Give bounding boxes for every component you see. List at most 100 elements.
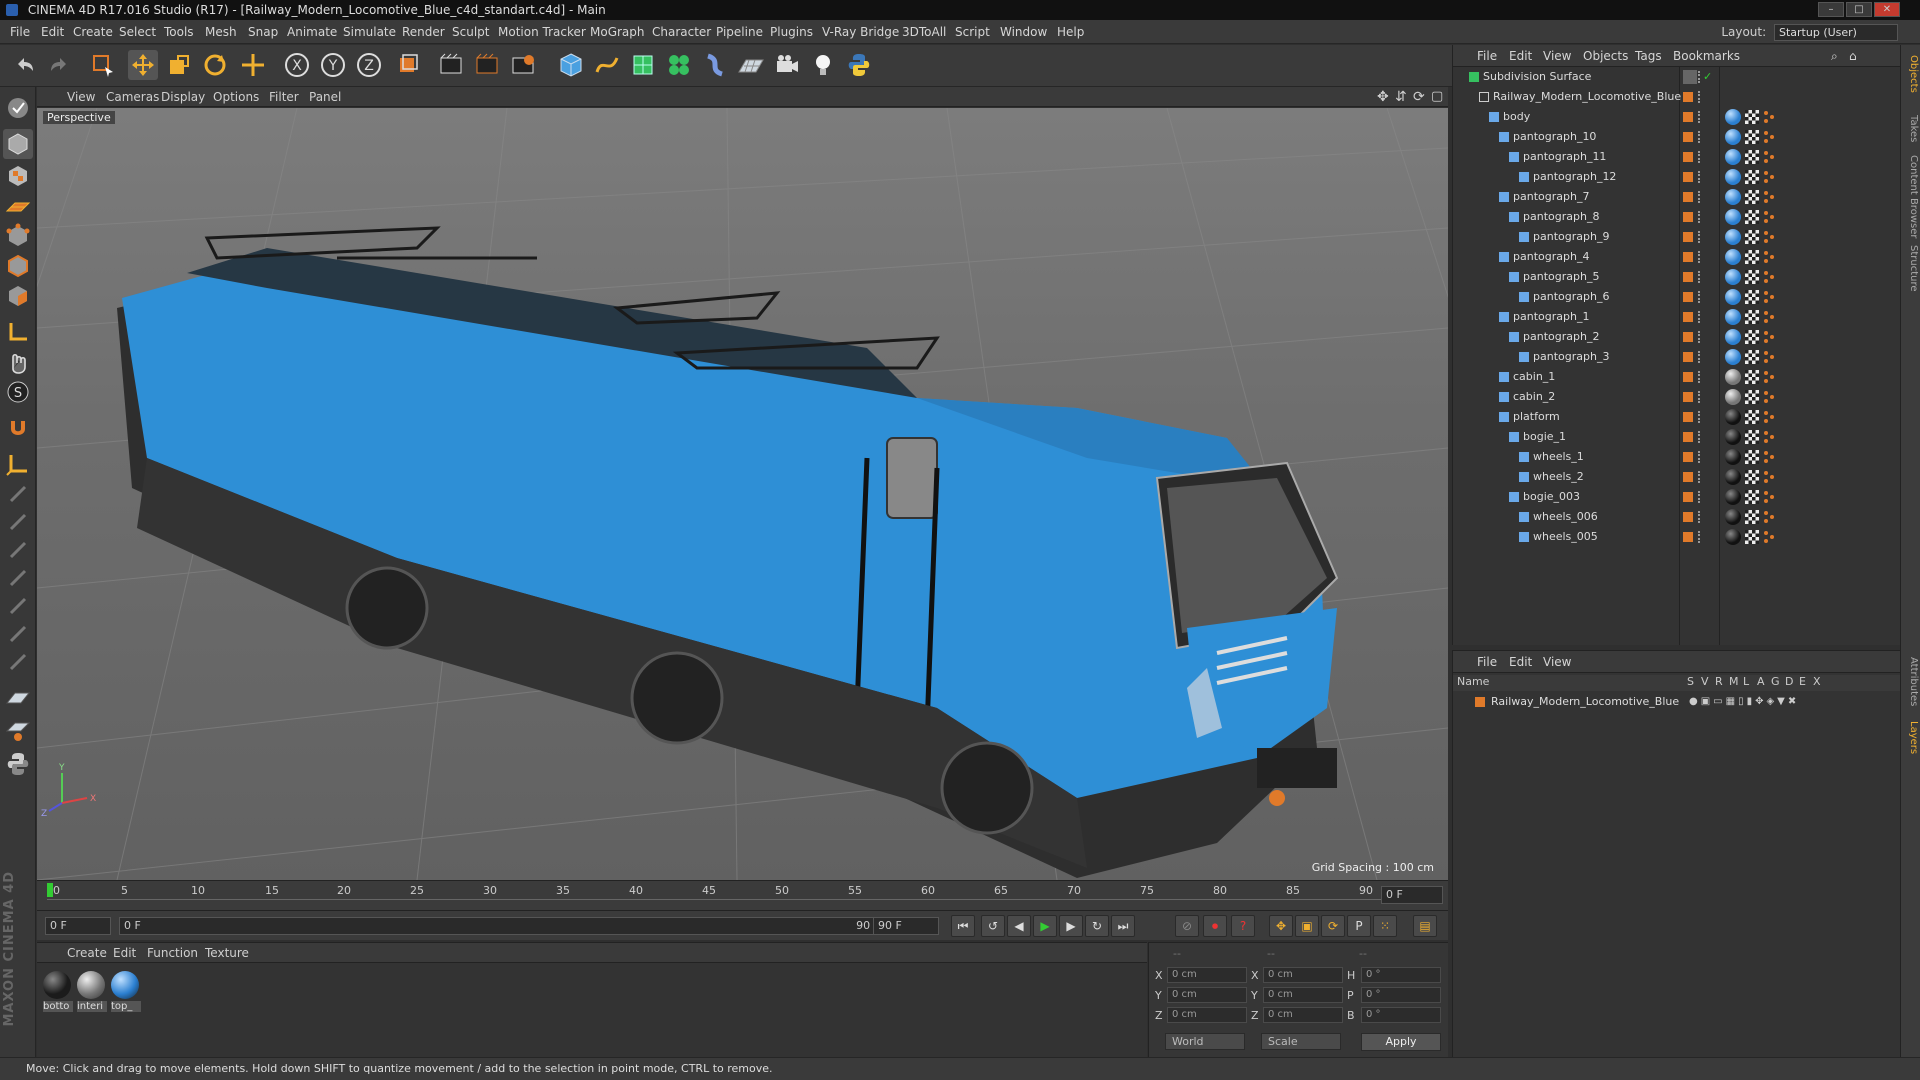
- layer-color-icon[interactable]: [1683, 432, 1693, 442]
- uvw-tag-icon[interactable]: [1745, 210, 1759, 224]
- menu-animate[interactable]: Animate: [287, 20, 337, 44]
- visibility-dots-icon[interactable]: [1698, 171, 1702, 183]
- material-tag-icon[interactable]: [1725, 429, 1741, 445]
- uvw-tag-icon[interactable]: [1745, 410, 1759, 424]
- live-selection-icon[interactable]: [88, 50, 118, 80]
- preview-range-slider[interactable]: 0 F 90 F: [119, 917, 899, 935]
- max-frame-field[interactable]: 90 F: [873, 917, 939, 935]
- uvw-tag-icon[interactable]: [1745, 270, 1759, 284]
- material-tag-icon[interactable]: [1725, 489, 1741, 505]
- uvw-tag-icon[interactable]: [1745, 510, 1759, 524]
- layer-color-icon[interactable]: [1683, 132, 1693, 142]
- uvw-tag-icon[interactable]: [1745, 310, 1759, 324]
- selection-tag-icon[interactable]: [1763, 470, 1775, 484]
- visibility-dots-icon[interactable]: [1698, 191, 1702, 203]
- menu-3dtoall[interactable]: 3DToAll: [902, 20, 946, 44]
- record-rotation-button[interactable]: ⟳: [1321, 915, 1345, 937]
- render-settings-icon[interactable]: [508, 50, 538, 80]
- render-view-icon[interactable]: [436, 50, 466, 80]
- minimize-button[interactable]: –: [1818, 2, 1844, 17]
- position-x-field[interactable]: 0 cm: [1167, 967, 1247, 983]
- menu-script[interactable]: Script: [955, 20, 990, 44]
- layer-color-icon[interactable]: [1683, 172, 1693, 182]
- tab-layers[interactable]: Layers: [1903, 721, 1919, 754]
- visibility-dots-icon[interactable]: [1698, 331, 1702, 343]
- material-tag-icon[interactable]: [1725, 169, 1741, 185]
- viewport-menu-panel[interactable]: Panel: [309, 87, 341, 107]
- layer-color-icon[interactable]: [1683, 292, 1693, 302]
- object-row[interactable]: wheels_1: [1453, 447, 1901, 467]
- layer-toggles-icons[interactable]: ●▣▭▦▯▮✥◈▼✖: [1689, 696, 1799, 707]
- uvw-tag-icon[interactable]: [1745, 530, 1759, 544]
- uvw-tag-icon[interactable]: [1745, 110, 1759, 124]
- position-y-field[interactable]: 0 cm: [1167, 987, 1247, 1003]
- model-mode-icon[interactable]: [3, 129, 33, 159]
- objects-home-icon[interactable]: ⌂: [1849, 45, 1857, 67]
- previous-frame-button[interactable]: ◀: [1007, 915, 1031, 937]
- visibility-dots-icon[interactable]: [1698, 431, 1702, 443]
- uvw-tag-icon[interactable]: [1745, 150, 1759, 164]
- z-axis-lock-icon[interactable]: Z: [354, 50, 384, 80]
- layer-color-icon[interactable]: [1683, 512, 1693, 522]
- uvw-tag-icon[interactable]: [1745, 170, 1759, 184]
- object-row[interactable]: cabin_1: [1453, 367, 1901, 387]
- layer-color-icon[interactable]: [1683, 92, 1693, 102]
- rotation-b-field[interactable]: 0 °: [1361, 1007, 1441, 1023]
- polygons-mode-icon[interactable]: [3, 281, 33, 311]
- layer-color-icon[interactable]: [1683, 312, 1693, 322]
- layer-color-icon[interactable]: [1683, 492, 1693, 502]
- layer-color-icon[interactable]: [1683, 192, 1693, 202]
- selection-tag-icon[interactable]: [1763, 290, 1775, 304]
- layer-color-icon[interactable]: [1683, 392, 1693, 402]
- x-axis-lock-icon[interactable]: X: [282, 50, 312, 80]
- object-row[interactable]: pantograph_10: [1453, 127, 1901, 147]
- uvw-tag-icon[interactable]: [1745, 390, 1759, 404]
- record-active-objects-button[interactable]: ⊘: [1175, 915, 1199, 937]
- material-tag-icon[interactable]: [1725, 129, 1741, 145]
- material-menu-texture[interactable]: Texture: [205, 943, 249, 963]
- python-script-icon[interactable]: [3, 749, 33, 779]
- selection-tag-icon[interactable]: [1763, 190, 1775, 204]
- layer-color-icon[interactable]: [1683, 412, 1693, 422]
- visibility-dots-icon[interactable]: [1698, 491, 1702, 503]
- size-y-field[interactable]: 0 cm: [1263, 987, 1343, 1003]
- timeline-window-button[interactable]: ▤: [1413, 915, 1437, 937]
- visibility-dots-icon[interactable]: [1698, 391, 1702, 403]
- record-scale-button[interactable]: ▣: [1295, 915, 1319, 937]
- deformer-icon[interactable]: [700, 50, 730, 80]
- enabled-check-icon[interactable]: ✓: [1703, 67, 1712, 87]
- workplane-axis-icon[interactable]: [3, 449, 33, 479]
- next-key-button[interactable]: ↻: [1085, 915, 1109, 937]
- uvw-tag-icon[interactable]: [1745, 230, 1759, 244]
- uvw-tag-icon[interactable]: [1745, 190, 1759, 204]
- visibility-dots-icon[interactable]: [1698, 71, 1702, 83]
- menu-vray-bridge[interactable]: V-Ray Bridge: [822, 20, 899, 44]
- visibility-dots-icon[interactable]: [1698, 291, 1702, 303]
- layer-color-icon[interactable]: [1683, 152, 1693, 162]
- go-to-start-button[interactable]: ⏮: [951, 915, 975, 937]
- layer-row[interactable]: Railway_Modern_Locomotive_Blue ●▣▭▦▯▮✥◈▼…: [1453, 693, 1901, 711]
- pen-spline-icon[interactable]: [592, 50, 622, 80]
- menu-render[interactable]: Render: [402, 20, 445, 44]
- material-tag-icon[interactable]: [1725, 449, 1741, 465]
- menu-snap[interactable]: Snap: [248, 20, 278, 44]
- visibility-dots-icon[interactable]: [1698, 411, 1702, 423]
- object-row[interactable]: pantograph_6: [1453, 287, 1901, 307]
- object-row[interactable]: wheels_2: [1453, 467, 1901, 487]
- selection-tag-icon[interactable]: [1763, 430, 1775, 444]
- menu-pipeline[interactable]: Pipeline: [716, 20, 763, 44]
- paint-icon[interactable]: [3, 715, 33, 745]
- layers-menu-file[interactable]: File: [1477, 651, 1497, 673]
- uvw-tag-icon[interactable]: [1745, 450, 1759, 464]
- menu-sculpt[interactable]: Sculpt: [452, 20, 489, 44]
- material-tag-icon[interactable]: [1725, 309, 1741, 325]
- object-row[interactable]: pantograph_11: [1453, 147, 1901, 167]
- timeline-ruler[interactable]: 0 5 10 15 20 25 30 35 40 45 50 55 60 65 …: [37, 880, 1448, 910]
- material-tag-icon[interactable]: [1725, 109, 1741, 125]
- material-tag-icon[interactable]: [1725, 369, 1741, 385]
- material-tag-icon[interactable]: [1725, 189, 1741, 205]
- visibility-dots-icon[interactable]: [1698, 531, 1702, 543]
- visibility-dots-icon[interactable]: [1698, 111, 1702, 123]
- camera-icon[interactable]: [772, 50, 802, 80]
- cube-primitive-icon[interactable]: [556, 50, 586, 80]
